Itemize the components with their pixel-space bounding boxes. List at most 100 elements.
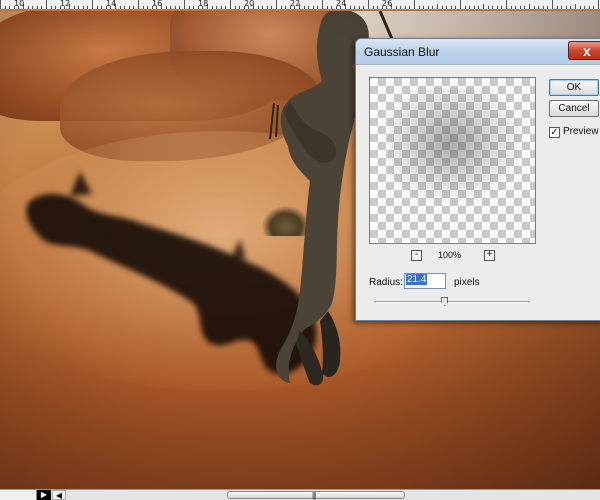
ruler-tick	[188, 6, 190, 9]
ruler-tick	[280, 6, 282, 9]
scroll-right-arrow-icon[interactable]: ▶	[37, 490, 51, 500]
ruler-tick	[101, 6, 103, 9]
ruler-tick	[285, 6, 287, 9]
ruler-label: 16	[152, 0, 163, 8]
radius-value: 21.4	[406, 274, 428, 285]
ruler-tick	[276, 0, 277, 9]
ruler-tick	[230, 0, 231, 9]
ruler-tick	[174, 6, 176, 9]
gaussian-blur-dialog: Gaussian Blur x - 100% + Radius: 21.4 pi…	[355, 38, 600, 321]
ruler-tick	[165, 6, 167, 9]
ruler-tick	[418, 6, 420, 9]
ruler-tick	[510, 6, 512, 9]
ruler-tick	[423, 6, 425, 9]
ruler-tick	[588, 6, 590, 9]
ruler-tick	[4, 6, 6, 9]
ruler-tick	[50, 6, 52, 9]
dialog-titlebar[interactable]: Gaussian Blur x	[356, 39, 600, 65]
ruler-tick	[579, 6, 581, 9]
ruler-tick	[317, 6, 319, 9]
close-icon: x	[583, 43, 591, 59]
ruler-tick	[552, 0, 553, 9]
ok-button[interactable]: OK	[549, 79, 599, 96]
ruler-tick	[220, 6, 222, 9]
ruler-tick	[556, 6, 558, 9]
filter-preview[interactable]	[369, 77, 536, 244]
radius-input[interactable]: 21.4	[404, 273, 446, 289]
ruler-tick	[538, 6, 540, 9]
ruler-tick	[0, 0, 1, 9]
ruler-tick	[9, 6, 11, 9]
ruler-tick	[450, 6, 452, 9]
ruler-tick	[570, 6, 572, 9]
ruler-label: 24	[336, 0, 347, 8]
ruler-tick	[469, 6, 471, 9]
ruler-tick	[142, 6, 144, 9]
ruler-tick	[427, 6, 429, 9]
ruler-tick	[92, 0, 93, 9]
ruler-label: 20	[244, 0, 255, 8]
ruler-tick	[138, 0, 139, 9]
ruler-tick	[519, 6, 521, 9]
close-button[interactable]: x	[568, 41, 600, 60]
ruler-tick	[184, 0, 185, 9]
ruler-tick	[533, 6, 535, 9]
ruler-label: 22	[290, 0, 301, 8]
status-field	[0, 490, 37, 500]
ruler-tick	[409, 6, 411, 9]
ruler-tick	[354, 6, 356, 9]
ruler-tick	[547, 6, 549, 9]
ruler-label: 26	[382, 0, 393, 8]
ruler-tick	[446, 6, 448, 9]
ruler-tick	[404, 6, 406, 9]
ruler-label: 12	[60, 0, 71, 8]
ruler-tick	[124, 6, 126, 9]
ruler-tick	[55, 6, 57, 9]
radius-slider-thumb[interactable]	[441, 297, 449, 306]
ruler-tick	[170, 6, 172, 9]
ruler-tick	[78, 6, 80, 9]
ruler-tick	[133, 6, 135, 9]
ruler-tick	[506, 0, 507, 9]
preview-checkbox[interactable]: ✓	[549, 127, 560, 138]
radius-label: Radius:	[369, 277, 403, 288]
ruler-tick	[179, 6, 181, 9]
ruler-tick	[529, 4, 530, 9]
cancel-button[interactable]: Cancel	[549, 100, 599, 117]
ruler-tick	[483, 4, 484, 9]
scroll-left-arrow-icon[interactable]: ◀	[52, 490, 66, 500]
grip-icon: |||	[312, 491, 316, 500]
ruler-tick	[492, 6, 494, 9]
ruler-tick	[460, 0, 461, 9]
dialog-title: Gaussian Blur	[364, 45, 440, 59]
ruler-tick	[377, 6, 379, 9]
zoom-in-button[interactable]: +	[484, 250, 495, 261]
ruler-tick	[239, 6, 241, 9]
ruler-tick	[455, 6, 457, 9]
ruler-tick	[326, 6, 328, 9]
ruler-tick	[87, 6, 89, 9]
ruler-tick	[128, 6, 130, 9]
ruler-tick	[400, 6, 402, 9]
ruler-tick	[368, 0, 369, 9]
ruler-tick	[575, 4, 576, 9]
radius-unit-label: pixels	[454, 277, 480, 288]
horizontal-scrollbar[interactable]: ▶ ◀ |||	[0, 489, 600, 500]
ruler-tick	[193, 6, 195, 9]
ruler-tick	[73, 6, 75, 9]
scrollbar-thumb[interactable]: |||	[227, 491, 405, 500]
ruler-tick	[478, 6, 480, 9]
ruler-tick	[82, 6, 84, 9]
ruler-tick	[565, 6, 567, 9]
ruler-label: 18	[198, 0, 209, 8]
ruler-label: 14	[106, 0, 117, 8]
ruler-tick	[257, 6, 259, 9]
zoom-out-button[interactable]: -	[411, 250, 422, 261]
ruler-tick	[487, 6, 489, 9]
ruler-tick	[216, 6, 218, 9]
horizontal-ruler[interactable]: 10 12 14 16 18 20 22 24 26	[0, 0, 600, 10]
ruler-tick	[36, 6, 38, 9]
radius-slider-track[interactable]	[374, 301, 530, 303]
check-icon: ✓	[550, 127, 559, 138]
ruler-tick	[96, 6, 98, 9]
